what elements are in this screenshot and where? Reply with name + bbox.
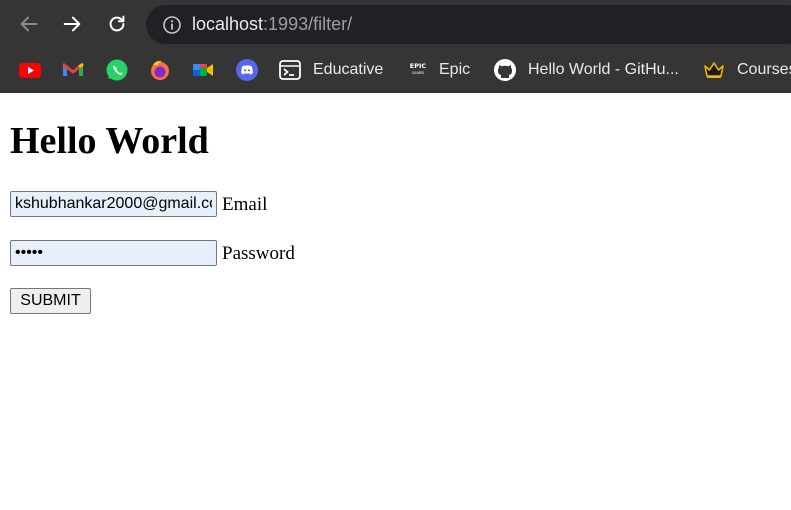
submit-button[interactable]: SUBMIT [10, 288, 91, 314]
bookmark-label-courses: Courses [737, 61, 791, 78]
bookmark-epic[interactable]: EPIC GAMES Epic [406, 57, 470, 83]
bookmark-discord[interactable] [235, 57, 259, 83]
info-icon[interactable] [162, 15, 182, 35]
email-label: Email [222, 194, 268, 215]
discord-icon [236, 59, 258, 81]
epic-games-icon: EPICGAMES [410, 60, 427, 80]
forward-button[interactable] [57, 9, 87, 39]
bookmark-label-github: Hello World - GitHu... [528, 61, 679, 78]
reload-button[interactable] [102, 9, 132, 39]
url-host: localhost [192, 14, 264, 34]
bookmark-gmail[interactable] [61, 57, 85, 83]
svg-text:EPIC: EPIC [410, 62, 427, 70]
bookmark-label-epic: Epic [439, 61, 471, 78]
youtube-icon [19, 63, 41, 78]
bookmark-youtube[interactable] [18, 57, 42, 83]
bookmark-github[interactable]: Hello World - GitHu... [493, 57, 679, 83]
gmail-icon [62, 62, 84, 76]
github-icon [494, 59, 516, 81]
bookmark-courses[interactable]: Courses [702, 57, 791, 83]
url-text[interactable]: localhost:1993/filter/ [192, 14, 352, 35]
firefox-icon [151, 61, 169, 80]
bookmark-educative[interactable]: Educative [278, 57, 383, 83]
page-content: Hello World Email Password SUBMIT [0, 93, 791, 510]
password-label: Password [222, 243, 295, 264]
email-field[interactable] [10, 191, 217, 217]
url-path: :1993/filter/ [263, 14, 353, 34]
forward-arrow-icon [63, 16, 81, 32]
browser-toolbar: localhost:1993/filter/ [0, 0, 791, 48]
bookmark-label-educative: Educative [313, 61, 384, 78]
reload-icon [109, 15, 125, 32]
page-title: Hello World [10, 120, 209, 162]
bookmark-whatsapp[interactable] [105, 57, 129, 83]
bookmark-firefox[interactable] [148, 57, 172, 83]
bookmarks-bar: Educative EPIC GAMES Epic Hello World - G… [0, 48, 791, 93]
browser-chrome: localhost:1993/filter/ Educative EPIC GAM… [0, 0, 791, 93]
password-field[interactable] [10, 240, 217, 266]
google-meet-icon [193, 64, 213, 76]
address-bar[interactable]: localhost:1993/filter/ [146, 5, 791, 44]
bookmark-google-meet[interactable] [191, 57, 215, 83]
terminal-icon [279, 60, 301, 80]
crown-icon [704, 62, 724, 78]
whatsapp-icon [106, 59, 128, 81]
back-arrow-icon [20, 16, 38, 32]
back-button[interactable] [14, 9, 44, 39]
svg-text:GAMES: GAMES [412, 71, 425, 75]
